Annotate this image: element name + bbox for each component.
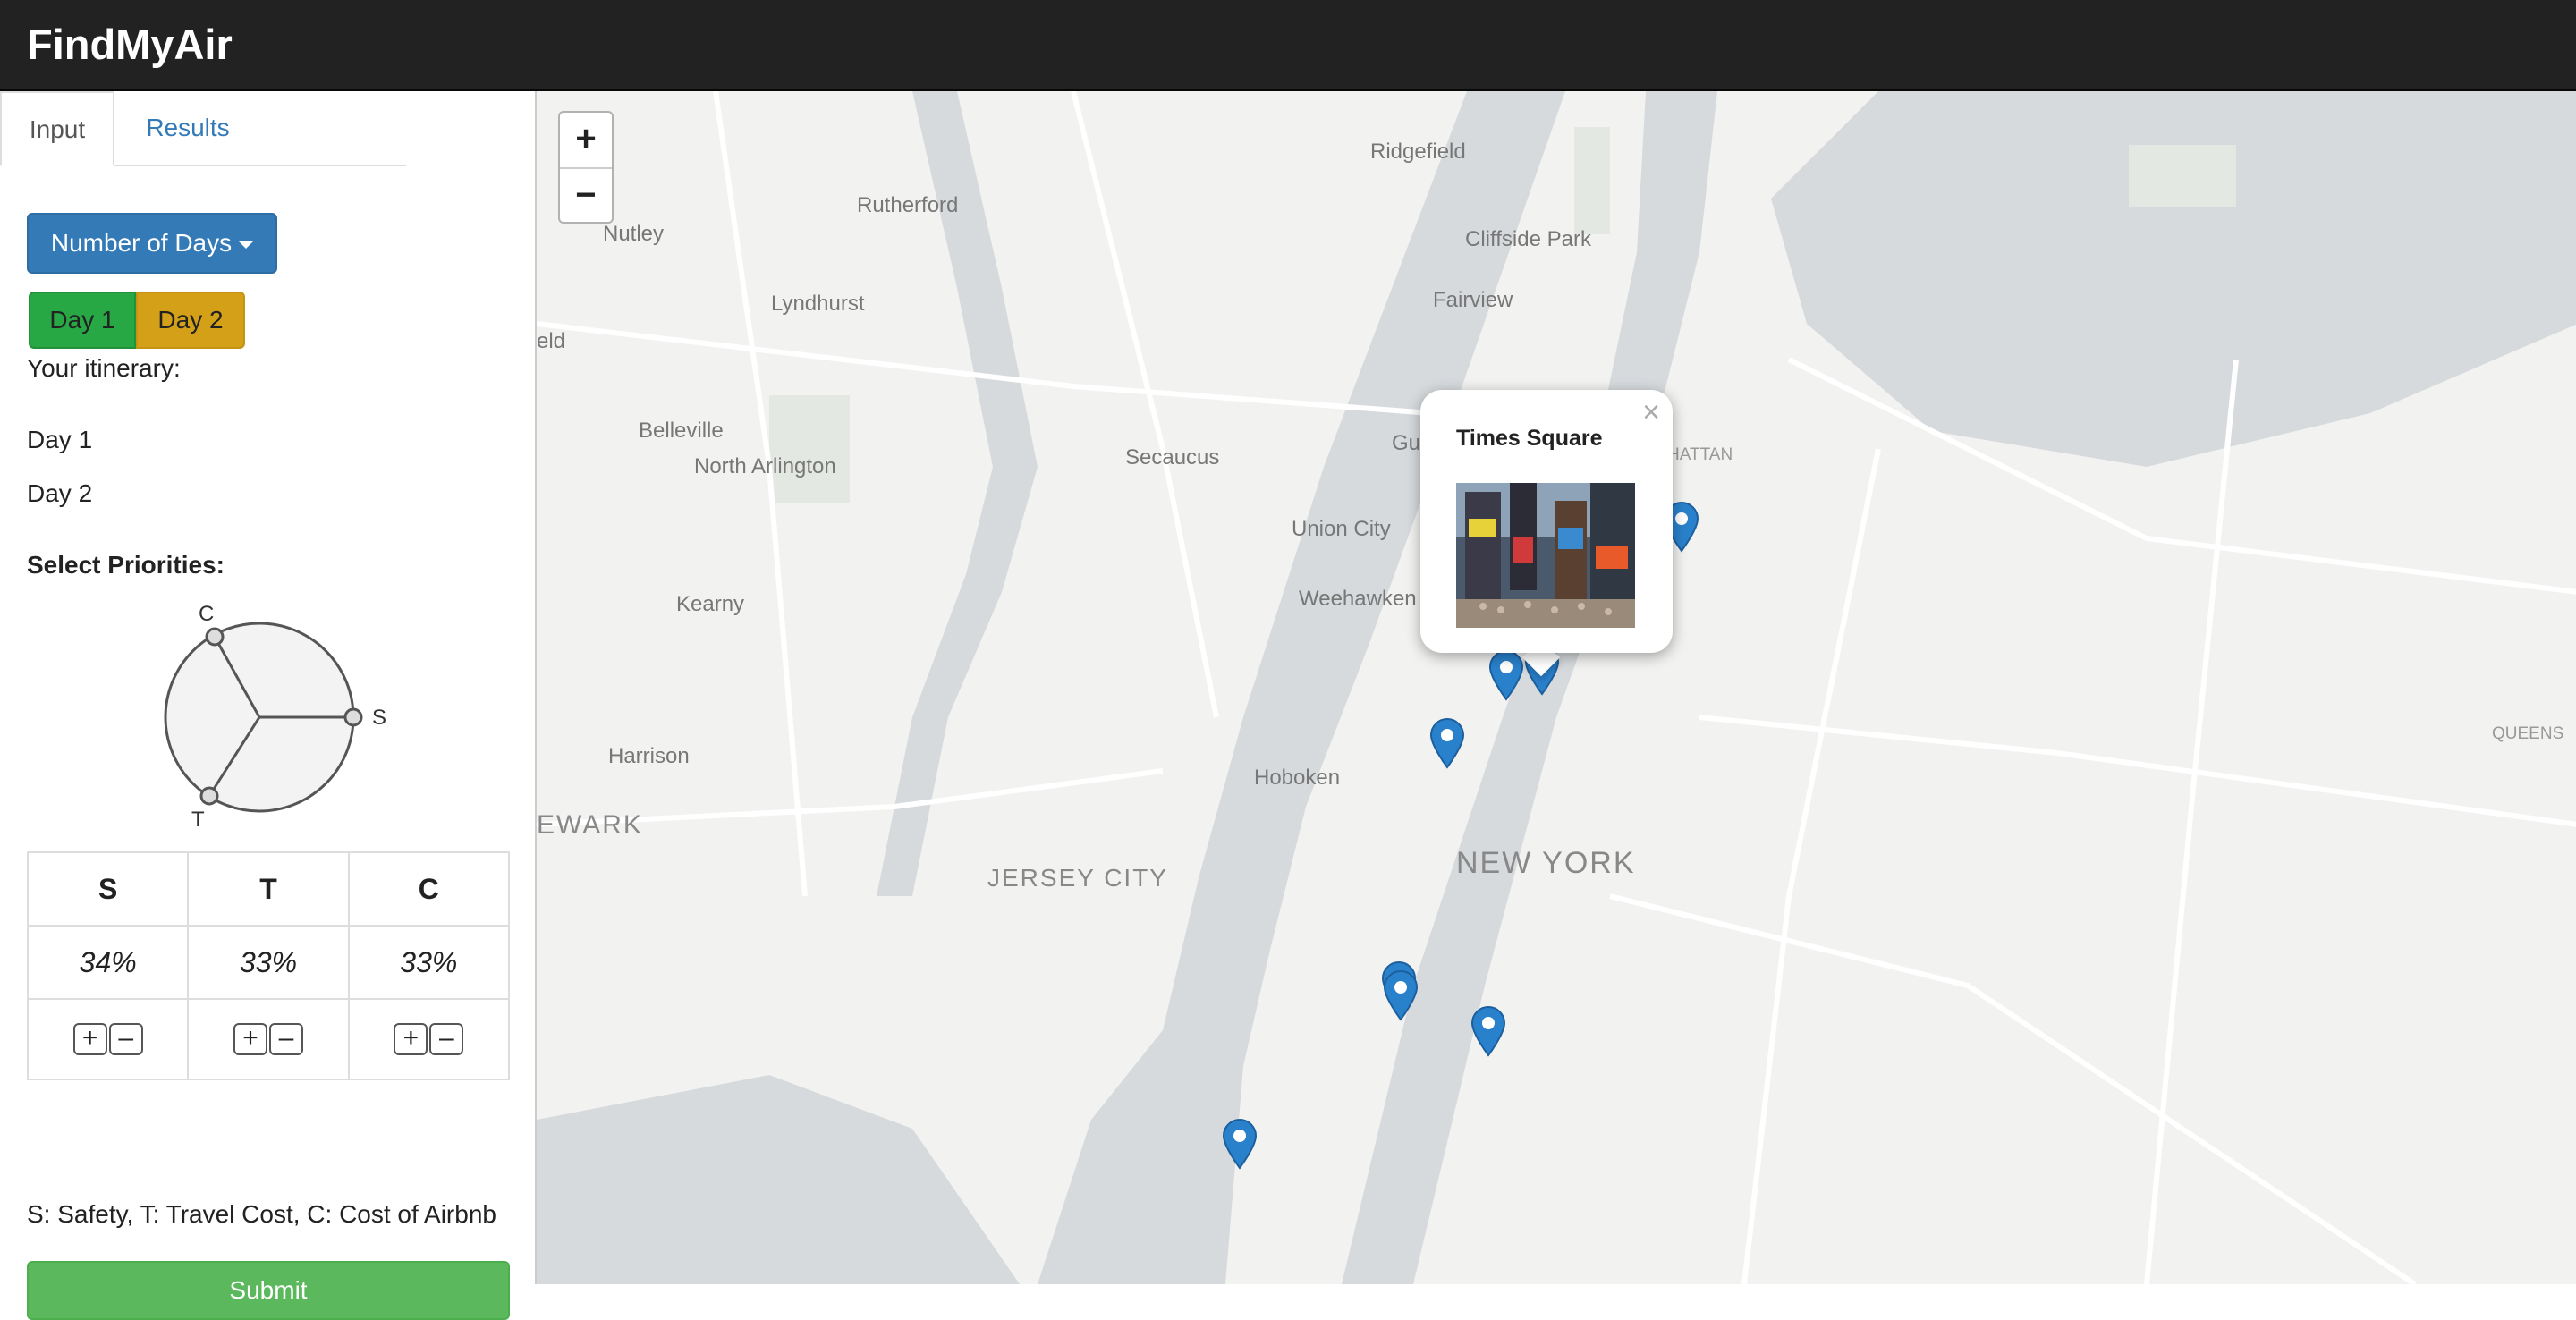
triangle-label-s: S xyxy=(372,706,386,730)
map[interactable]: + − Ridgefield Rutherford Nutley Cliffsi… xyxy=(535,91,2576,1284)
priority-control-row: + – + – + – xyxy=(26,998,511,1080)
tab-input[interactable]: Input xyxy=(0,91,114,166)
place-hattan: HATTAN xyxy=(1667,445,1733,464)
priority-handle-s[interactable] xyxy=(343,707,363,727)
zoom-out-button[interactable]: − xyxy=(560,169,612,224)
day-2-button[interactable]: Day 2 xyxy=(136,292,245,349)
priority-triangle-widget[interactable]: C S T xyxy=(152,592,411,833)
priority-header-t: T xyxy=(187,851,350,927)
times-square-photo xyxy=(1456,483,1635,628)
place-jersey-city: JERSEY CITY xyxy=(987,864,1168,892)
priority-controls-c: + – xyxy=(347,998,511,1080)
priority-controls-s: + – xyxy=(26,998,190,1080)
popup-title: Times Square xyxy=(1456,426,1603,451)
navbar: FindMyAir xyxy=(0,0,2576,91)
priority-controls-t: + – xyxy=(187,998,350,1080)
itinerary-label: Your itinerary: xyxy=(27,354,181,382)
place-union-city: Union City xyxy=(1292,517,1391,541)
place-fairview: Fairview xyxy=(1433,288,1513,312)
decrease-t-button[interactable]: – xyxy=(268,1023,303,1055)
place-north-arlington: North Arlington xyxy=(694,454,836,478)
place-nutley: Nutley xyxy=(603,222,665,246)
zoom-control: + − xyxy=(558,111,614,224)
sidebar: Input Results Number of Days Day 1 Day 2… xyxy=(0,91,535,1320)
app-title[interactable]: FindMyAir xyxy=(27,20,233,69)
place-rutherford: Rutherford xyxy=(857,193,959,217)
zoom-in-button[interactable]: + xyxy=(560,113,612,169)
priority-handle-c[interactable] xyxy=(205,627,225,647)
itinerary-day-2: Day 2 xyxy=(27,479,93,507)
place-belleville: Belleville xyxy=(639,419,724,443)
itinerary-day-1: Day 1 xyxy=(27,426,93,453)
priority-header-c: C xyxy=(347,851,511,927)
caret-down-icon xyxy=(239,241,254,249)
submit-button[interactable]: Submit xyxy=(27,1261,510,1320)
number-of-days-dropdown[interactable]: Number of Days xyxy=(27,213,277,274)
place-gu: Gu xyxy=(1392,431,1421,455)
place-weehawken: Weehawken xyxy=(1299,587,1417,611)
number-of-days-label: Number of Days xyxy=(50,229,233,257)
place-field: eld xyxy=(537,329,566,353)
triangle-label-c: C xyxy=(199,602,214,626)
priority-value-t: 33% xyxy=(187,925,350,1000)
priority-value-s: 34% xyxy=(26,925,190,1000)
priority-header-s: S xyxy=(26,851,190,927)
place-new-york: NEW YORK xyxy=(1456,846,1636,880)
priority-value-row: 34% 33% 33% xyxy=(26,925,511,1000)
map-park xyxy=(1574,127,1610,234)
tab-bar: Input Results xyxy=(0,91,406,166)
priority-value-c: 33% xyxy=(347,925,511,1000)
increase-c-button[interactable]: + xyxy=(394,1023,428,1055)
place-cliffside-park: Cliffside Park xyxy=(1465,227,1591,251)
increase-t-button[interactable]: + xyxy=(233,1023,267,1055)
map-marker[interactable] xyxy=(1470,1005,1506,1057)
priority-table: S T C 34% 33% 33% + – + – + – xyxy=(26,851,511,1080)
tab-results[interactable]: Results xyxy=(116,91,259,165)
place-kearny: Kearny xyxy=(676,592,745,616)
map-marker[interactable] xyxy=(1429,717,1465,769)
decrease-c-button[interactable]: – xyxy=(429,1023,464,1055)
priorities-label: Select Priorities: xyxy=(27,551,225,579)
map-park xyxy=(769,395,850,503)
place-newark: EWARK xyxy=(537,810,643,840)
map-marker[interactable] xyxy=(1488,649,1524,701)
map-park xyxy=(2129,145,2236,207)
place-hoboken: Hoboken xyxy=(1254,766,1341,790)
triangle-label-t: T xyxy=(191,808,205,832)
times-square-popup: × Times Square xyxy=(1420,390,1673,653)
place-lyndhurst: Lyndhurst xyxy=(771,292,865,316)
place-ridgefield: Ridgefield xyxy=(1370,140,1466,164)
priority-handle-t[interactable] xyxy=(199,786,219,806)
priority-legend: S: Safety, T: Travel Cost, C: Cost of Ai… xyxy=(27,1200,496,1228)
place-secaucus: Secaucus xyxy=(1125,445,1220,470)
map-marker[interactable] xyxy=(1222,1118,1258,1170)
priority-header-row: S T C xyxy=(26,851,511,927)
place-harrison: Harrison xyxy=(608,744,690,768)
popup-close-button[interactable]: × xyxy=(1642,395,1660,430)
increase-s-button[interactable]: + xyxy=(72,1023,107,1055)
day-1-button[interactable]: Day 1 xyxy=(29,292,136,349)
map-marker[interactable] xyxy=(1383,969,1419,1021)
decrease-s-button[interactable]: – xyxy=(108,1023,143,1055)
place-queens: QUEENS xyxy=(2492,724,2564,743)
